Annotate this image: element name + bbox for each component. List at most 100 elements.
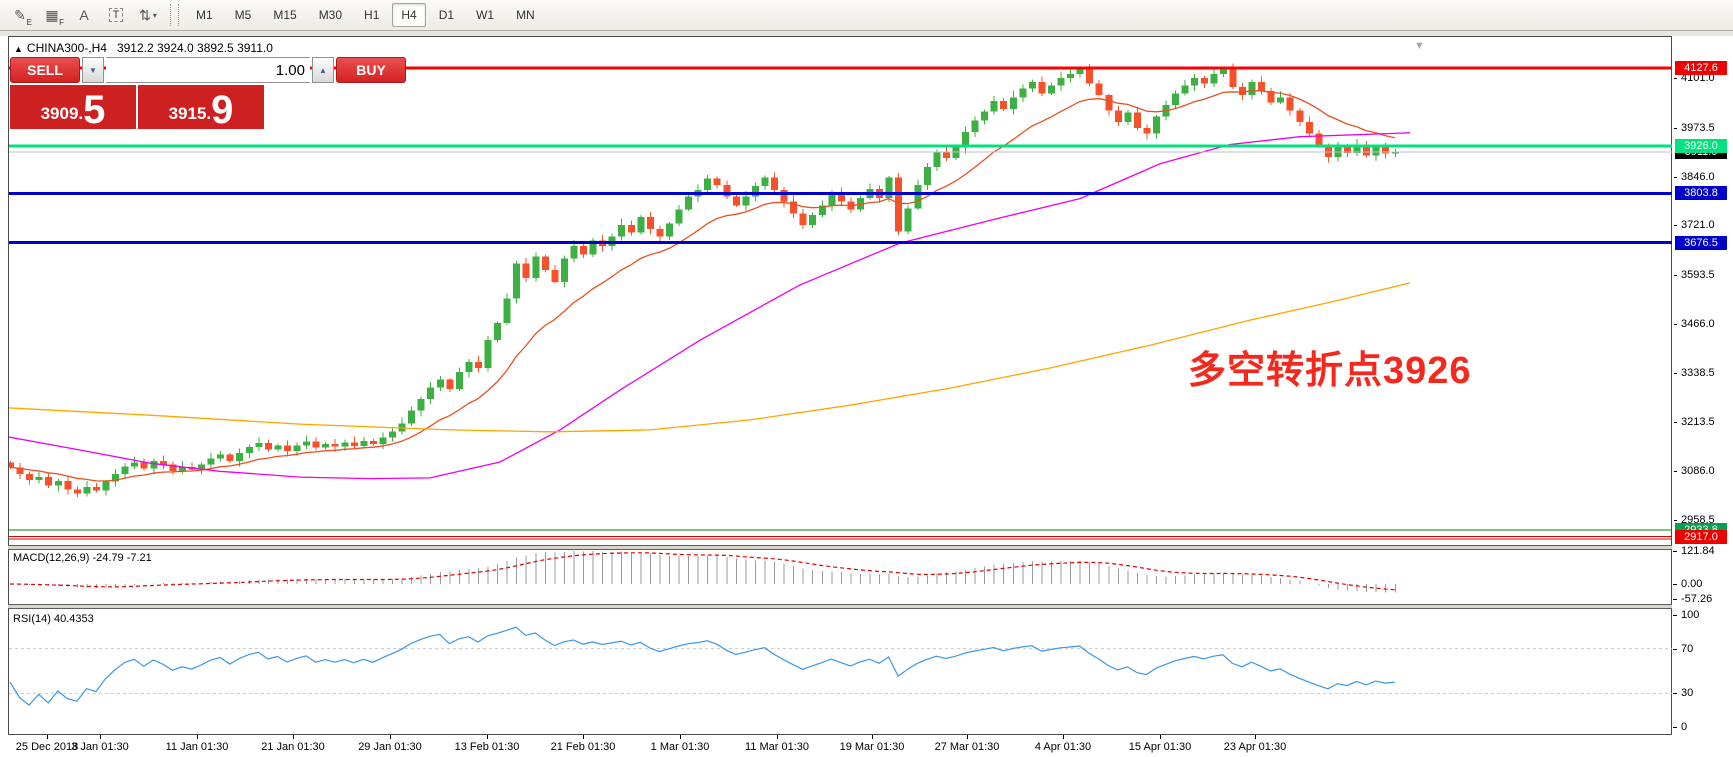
date-tick xyxy=(967,735,968,739)
timeframe-button-M5[interactable]: M5 xyxy=(226,3,261,27)
date-label: 11 Mar 01:30 xyxy=(745,741,809,753)
price-level-badge: 3803.8 xyxy=(1675,186,1727,200)
ask-price-big-digit: 9 xyxy=(211,93,233,127)
macd-histogram xyxy=(11,551,1396,593)
text-label-icon[interactable]: A xyxy=(69,2,99,28)
price-level-badge: 4127.6 xyxy=(1675,61,1727,75)
timeframe-button-M1[interactable]: M1 xyxy=(187,3,222,27)
indicator-tick xyxy=(1673,693,1677,694)
date-tick xyxy=(100,735,101,739)
date-label: 29 Jan 01:30 xyxy=(358,741,422,753)
drawing-tools-group: ✎E▦FAT⇅▾ xyxy=(4,2,164,28)
date-tick xyxy=(197,735,198,739)
price-axis[interactable]: 4101.03973.53846.03721.03593.53466.03338… xyxy=(1674,0,1733,757)
price-tick xyxy=(1674,520,1677,521)
price-level-badge: 2917.0 xyxy=(1675,530,1727,544)
indicator-tick-label: 70 xyxy=(1681,643,1693,655)
price-tick xyxy=(1674,275,1677,276)
collapse-panel-icon[interactable]: ▲ xyxy=(14,44,23,54)
scroll-to-end-icon[interactable]: ▼ xyxy=(1414,40,1425,52)
timeframe-button-M30[interactable]: M30 xyxy=(310,3,351,27)
chart-header: ▲ CHINA300-,H4 3912.2 3924.0 3892.5 3911.0 xyxy=(14,41,273,55)
price-tick-label: 3846.0 xyxy=(1681,171,1715,183)
date-tick xyxy=(680,735,681,739)
volume-increase-button[interactable]: ▲ xyxy=(312,57,334,83)
price-tick xyxy=(1674,373,1677,374)
price-tick-label: 3593.5 xyxy=(1681,269,1715,281)
price-tick-label: 3086.0 xyxy=(1681,465,1715,477)
rsi-pane-canvas[interactable] xyxy=(9,608,1672,735)
date-label: 3 Jan 01:30 xyxy=(71,741,129,753)
chart-title: CHINA300-,H4 xyxy=(27,41,107,55)
timeframe-button-MN[interactable]: MN xyxy=(507,3,544,27)
indicator-tick xyxy=(1673,649,1677,650)
date-label: 19 Mar 01:30 xyxy=(840,741,905,753)
price-tick-label: 3466.0 xyxy=(1681,318,1715,330)
price-tick xyxy=(1674,177,1677,178)
chart-ohlc: 3912.2 3924.0 3892.5 3911.0 xyxy=(117,41,273,55)
toolbar: ✎E▦FAT⇅▾ M1M5M15M30H1H4D1W1MN xyxy=(0,0,1733,31)
date-label: 13 Feb 01:30 xyxy=(455,741,520,753)
ma-fast-line xyxy=(10,91,1395,481)
macd-pane-canvas[interactable] xyxy=(9,549,1672,604)
date-axis[interactable]: 25 Dec 20183 Jan 01:3011 Jan 01:3021 Jan… xyxy=(8,736,1673,757)
price-tick xyxy=(1674,225,1677,226)
ask-price-main: 3915. xyxy=(169,105,212,122)
price-tick xyxy=(1674,471,1677,472)
date-label: 4 Apr 01:30 xyxy=(1035,741,1091,753)
rsi-label: RSI(14) 40.4353 xyxy=(13,613,94,625)
draw-channel-icon[interactable]: ✎E xyxy=(5,2,35,28)
indicator-tick xyxy=(1673,727,1677,728)
toolbar-separator xyxy=(170,4,179,26)
indicator-tick xyxy=(1673,551,1677,552)
sell-button[interactable]: SELL xyxy=(10,57,80,83)
indicator-tick-label: 0 xyxy=(1681,721,1687,733)
price-tick-label: 3338.5 xyxy=(1681,367,1715,379)
buy-button[interactable]: BUY xyxy=(336,57,406,83)
indicator-tick-label: 100 xyxy=(1681,609,1699,621)
price-level-badge: 3676.5 xyxy=(1675,236,1727,250)
date-label: 23 Apr 01:30 xyxy=(1224,741,1286,753)
price-level-badge: 3926.0 xyxy=(1675,139,1727,153)
date-tick xyxy=(1160,735,1161,739)
date-label: 21 Feb 01:30 xyxy=(551,741,616,753)
timeframe-group: M1M5M15M30H1H4D1W1MN xyxy=(185,3,546,27)
timeframe-button-H1[interactable]: H1 xyxy=(355,3,388,27)
bid-price-main: 3909. xyxy=(41,105,84,122)
arrows-tool-icon[interactable]: ⇅▾ xyxy=(133,2,163,28)
indicator-tick xyxy=(1673,599,1677,600)
trading-terminal: ✎E▦FAT⇅▾ M1M5M15M30H1H4D1W1MN ▲ CHINA300-… xyxy=(0,0,1733,757)
price-tick-label: 3213.5 xyxy=(1681,416,1715,428)
timeframe-button-M15[interactable]: M15 xyxy=(264,3,305,27)
ask-price-display[interactable]: 3915.9 xyxy=(138,85,264,129)
macd-label: MACD(12,26,9) -24.79 -7.21 xyxy=(13,552,152,564)
indicator-tick xyxy=(1673,615,1677,616)
date-tick xyxy=(487,735,488,739)
fibonacci-icon[interactable]: ▦F xyxy=(37,2,67,28)
price-tick-label: 3721.0 xyxy=(1681,219,1715,231)
price-tick xyxy=(1674,128,1677,129)
date-tick xyxy=(1255,735,1256,739)
timeframe-button-W1[interactable]: W1 xyxy=(467,3,503,27)
date-label: 27 Mar 01:30 xyxy=(935,741,1000,753)
bid-price-display[interactable]: 3909.5 xyxy=(10,85,136,129)
volume-decrease-button[interactable]: ▼ xyxy=(82,57,104,83)
timeframe-button-H4[interactable]: H4 xyxy=(392,3,425,27)
price-tick xyxy=(1674,422,1677,423)
timeframe-button-D1[interactable]: D1 xyxy=(430,3,463,27)
bid-price-big-digit: 5 xyxy=(83,93,105,127)
indicator-tick-label: 0.00 xyxy=(1681,578,1702,590)
text-box-icon[interactable]: T xyxy=(101,2,131,28)
date-label: 1 Mar 01:30 xyxy=(651,741,710,753)
date-label: 11 Jan 01:30 xyxy=(166,741,229,753)
macd-signal-line xyxy=(10,553,1395,590)
chart-annotation-text: 多空转折点3926 xyxy=(1188,339,1472,394)
date-label: 21 Jan 01:30 xyxy=(261,741,325,753)
price-tick xyxy=(1674,324,1677,325)
price-tick xyxy=(1674,78,1677,79)
moving-averages-layer xyxy=(9,91,1410,481)
volume-input[interactable] xyxy=(106,57,310,83)
date-tick xyxy=(777,735,778,739)
price-tick-label: 3973.5 xyxy=(1681,122,1715,134)
indicator-tick-label: 121.84 xyxy=(1681,545,1715,557)
